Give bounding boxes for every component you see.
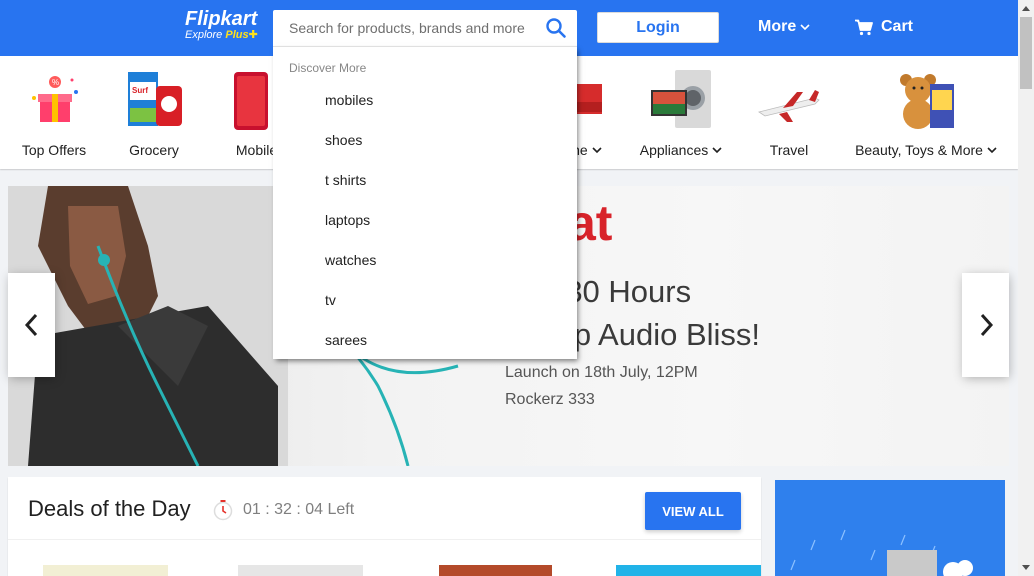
category-label: Appliances xyxy=(640,142,723,158)
category-label: Beauty, Toys & More xyxy=(855,142,997,158)
cart-label: Cart xyxy=(881,18,914,35)
cart-button[interactable]: Cart xyxy=(855,18,913,36)
deal-product-image[interactable] xyxy=(43,565,168,576)
suggestion-item[interactable]: shoes xyxy=(325,120,565,160)
chevron-left-icon xyxy=(24,313,37,337)
suggestion-item[interactable]: sarees xyxy=(325,320,565,360)
more-label: More xyxy=(758,18,797,35)
suggestion-item[interactable]: watches xyxy=(325,240,565,280)
more-menu[interactable]: More xyxy=(758,18,810,36)
deals-title: Deals of the Day xyxy=(28,496,191,521)
view-all-button[interactable]: VIEW ALL xyxy=(645,492,741,530)
svg-text:Surf: Surf xyxy=(132,86,148,95)
scroll-thumb[interactable] xyxy=(1020,17,1032,89)
chevron-right-icon xyxy=(980,313,993,337)
category-grocery[interactable]: Surf Grocery xyxy=(122,56,186,169)
category-travel[interactable]: Travel xyxy=(757,56,821,169)
category-beauty-toys[interactable]: Beauty, Toys & More xyxy=(855,56,997,169)
banner-prev-button[interactable] xyxy=(8,273,55,377)
suggestion-item[interactable]: laptops xyxy=(325,200,565,240)
deals-of-the-day: Deals of the Day 01 : 32 : 04 Left VIEW … xyxy=(8,477,761,576)
search-suggestions-dropdown: Discover More mobiles shoes t shirts lap… xyxy=(273,46,577,359)
airplane-icon xyxy=(757,68,821,132)
side-advertisement[interactable] xyxy=(775,480,1005,576)
search-input[interactable] xyxy=(289,10,539,46)
suggestion-item[interactable]: tv xyxy=(325,280,565,320)
scroll-down-arrow[interactable] xyxy=(1018,560,1034,576)
chevron-down-icon xyxy=(592,147,602,154)
deal-product-image[interactable] xyxy=(616,565,761,576)
category-label: Top Offers xyxy=(21,142,87,158)
scroll-up-arrow[interactable] xyxy=(1018,0,1034,16)
gift-icon: % xyxy=(22,68,86,132)
timer-text: 01 : 32 : 04 Left xyxy=(243,501,355,518)
chevron-down-icon xyxy=(712,147,722,154)
suggestion-item[interactable]: mobiles xyxy=(325,80,565,120)
divider xyxy=(8,539,761,540)
washing-machine-icon xyxy=(649,68,713,132)
deals-timer: 01 : 32 : 04 Left xyxy=(212,499,354,521)
login-button[interactable]: Login xyxy=(597,12,719,43)
banner-launch-date: Launch on 18th July, 12PM xyxy=(505,364,698,381)
dropdown-heading: Discover More xyxy=(289,61,367,75)
clock-icon xyxy=(213,500,233,521)
deal-product-image[interactable] xyxy=(238,565,363,576)
chevron-down-icon xyxy=(987,147,997,154)
deal-product-image[interactable] xyxy=(439,565,552,576)
chevron-down-icon xyxy=(800,24,810,31)
category-label: Travel xyxy=(769,142,809,158)
category-appliances[interactable]: Appliances xyxy=(638,56,724,169)
flipkart-logo[interactable]: Flipkart Explore Plus✚ xyxy=(185,9,258,42)
search-icon[interactable] xyxy=(545,17,567,39)
page-scrollbar[interactable] xyxy=(1018,0,1034,576)
teddy-bear-icon xyxy=(894,68,958,132)
cart-icon xyxy=(855,19,873,35)
banner-next-button[interactable] xyxy=(962,273,1009,377)
search-bar xyxy=(273,10,577,46)
logo-text: Flipkart xyxy=(185,8,258,30)
logo-subtext: Explore Plus✚ xyxy=(185,29,258,41)
suggestion-item[interactable]: t shirts xyxy=(325,160,565,200)
grocery-icon: Surf xyxy=(122,68,186,132)
category-top-offers[interactable]: % Top Offers xyxy=(22,56,86,169)
category-label: Grocery xyxy=(129,142,179,158)
svg-text:%: % xyxy=(52,78,59,87)
banner-product-name: Rockerz 333 xyxy=(505,391,595,408)
